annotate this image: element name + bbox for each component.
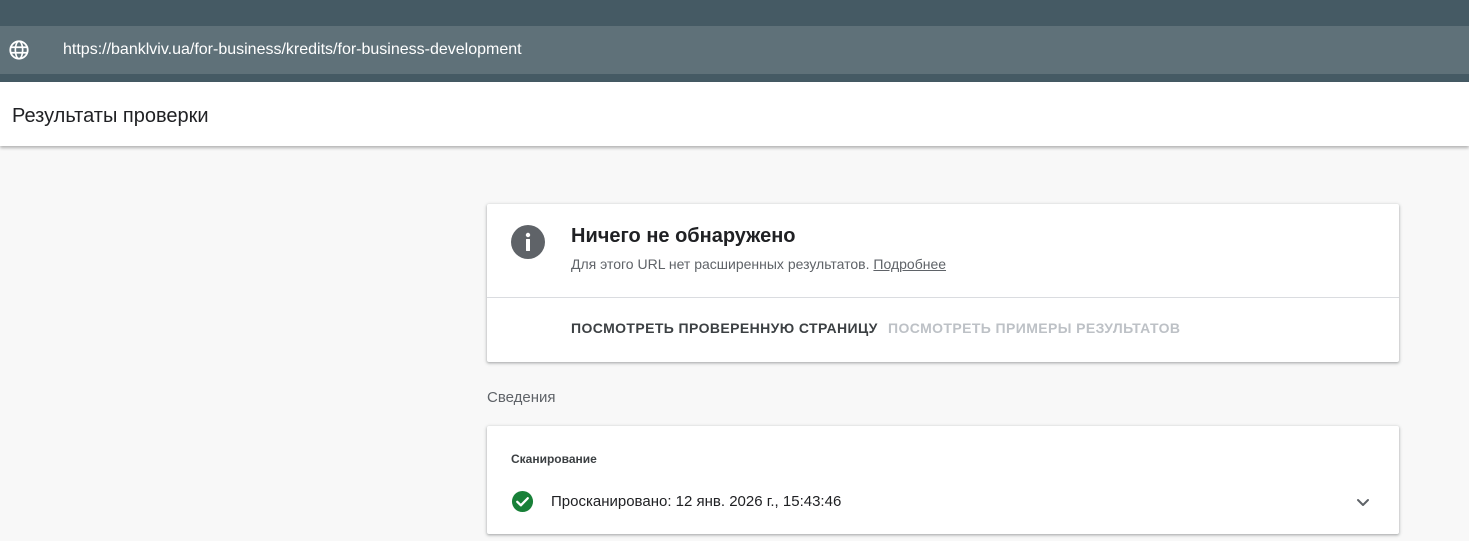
page-header: Результаты проверки xyxy=(0,82,1469,146)
page-title: Результаты проверки xyxy=(12,105,209,127)
result-description-text: Для этого URL нет расширенных результато… xyxy=(571,256,870,272)
check-circle-icon xyxy=(511,490,534,513)
address-bar: https://banklviv.ua/for-business/kredits… xyxy=(0,26,1469,74)
inspected-url: https://banklviv.ua/for-business/kredits… xyxy=(63,41,522,58)
details-section-label: Сведения xyxy=(487,389,556,406)
view-tested-page-button[interactable]: ПОСМОТРЕТЬ ПРОВЕРЕННУЮ СТРАНИЦУ xyxy=(571,320,878,336)
crawl-card[interactable]: Сканирование Просканировано: 12 янв. 202… xyxy=(487,426,1399,534)
top-bar xyxy=(0,0,1469,26)
result-title: Ничего не обнаружено xyxy=(571,225,796,247)
divider xyxy=(487,297,1399,298)
crawl-status-text: Просканировано: 12 янв. 2026 г., 15:43:4… xyxy=(551,493,842,510)
chevron-down-icon[interactable] xyxy=(1351,490,1375,514)
result-description: Для этого URL нет расширенных результато… xyxy=(571,256,946,272)
address-bar-bottom xyxy=(0,74,1469,82)
result-card: Ничего не обнаружено Для этого URL нет р… xyxy=(487,204,1399,362)
globe-icon xyxy=(9,40,29,60)
learn-more-link[interactable]: Подробнее xyxy=(873,256,946,272)
crawl-card-title: Сканирование xyxy=(511,452,597,466)
info-icon xyxy=(511,225,545,259)
view-result-examples-button[interactable]: ПОСМОТРЕТЬ ПРИМЕРЫ РЕЗУЛЬТАТОВ xyxy=(888,320,1180,336)
